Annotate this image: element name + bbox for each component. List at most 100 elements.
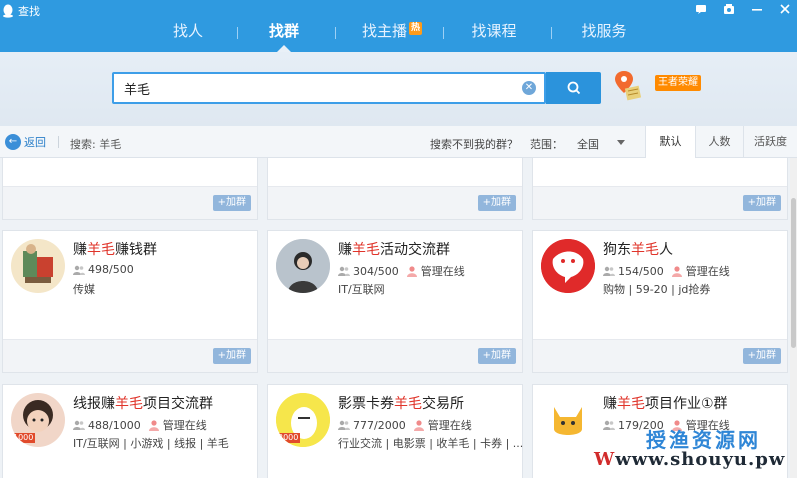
search-input[interactable] — [124, 79, 514, 97]
card-footer: +加群 — [268, 339, 522, 372]
tab-divider — [551, 27, 552, 39]
manager-icon — [406, 265, 417, 277]
close-icon[interactable] — [779, 3, 791, 15]
members-icon — [603, 266, 615, 276]
search-button[interactable] — [546, 72, 601, 104]
chevron-down-icon[interactable] — [617, 140, 625, 145]
game-badge[interactable]: 王者荣耀 — [655, 75, 701, 91]
manager-icon — [148, 419, 159, 431]
minimize-icon[interactable] — [751, 3, 763, 15]
range-select[interactable]: 全国 — [577, 136, 599, 152]
group-tags: IT/互联网 — [338, 283, 385, 296]
group-card[interactable]: 赚羊毛活动交流群 304/500 管理在线 IT/互联网 +加群 — [267, 230, 523, 373]
group-avatar — [11, 239, 65, 293]
members-icon — [338, 420, 350, 430]
sort-tab-activity[interactable]: 活跃度 — [743, 126, 797, 158]
manager-icon — [671, 265, 682, 277]
member-count: 154/500 — [618, 264, 664, 278]
group-tags: 购物 | 59-20 | jd抢券 — [603, 283, 711, 296]
tab-find-service[interactable]: 找服务 — [574, 16, 634, 52]
window-controls — [695, 3, 791, 15]
hot-badge: 热 — [409, 22, 423, 35]
manager-status: 管理在线 — [162, 419, 207, 432]
tab-divider — [237, 27, 238, 39]
location-pin-icon[interactable] — [614, 69, 644, 103]
manager-status: 管理在线 — [427, 419, 472, 432]
manager-status: 管理在线 — [685, 265, 730, 278]
group-meta: 488/1000 管理在线 — [73, 417, 207, 433]
title-bar: 查找 找人 找群 找主播热 找课程 找服务 — [0, 0, 797, 52]
tab-find-people[interactable]: 找人 — [160, 16, 216, 52]
scrollbar-thumb[interactable] — [791, 198, 796, 348]
not-found-link[interactable]: 搜索不到我的群？ — [430, 136, 518, 152]
search-summary: 搜索: 羊毛 — [70, 138, 122, 151]
group-meta: 777/2000 管理在线 — [338, 417, 472, 433]
sort-tab-members[interactable]: 人数 — [695, 126, 743, 158]
group-card[interactable]: +加群 — [532, 158, 788, 220]
manager-status: 管理在线 — [420, 265, 465, 278]
join-group-button[interactable]: +加群 — [212, 195, 251, 211]
members-icon — [73, 265, 85, 275]
search-area: ✕ 王者荣耀 — [0, 52, 797, 126]
group-name[interactable]: 赚羊毛项目作业①群 — [603, 393, 728, 413]
back-label: 返回 — [24, 136, 46, 149]
members-icon — [338, 266, 350, 276]
group-avatar: 2000 — [276, 393, 330, 447]
card-footer: +加群 — [533, 186, 787, 219]
group-card[interactable]: +加群 — [267, 158, 523, 220]
main-tabs: 找人 找群 找主播热 找课程 找服务 — [0, 16, 797, 52]
group-tags: IT/互联网 | 小游戏 | 线报 | 羊毛 — [73, 437, 229, 450]
group-meta: 154/500 管理在线 — [603, 263, 730, 279]
group-avatar: 1000 — [11, 393, 65, 447]
group-name[interactable]: 狗东羊毛人 — [603, 239, 673, 259]
level-badge: 2000 — [276, 433, 301, 443]
group-meta: 304/500 管理在线 — [338, 263, 465, 279]
watermark-url: Wwww.shouyu.pw — [594, 449, 786, 470]
card-footer: +加群 — [3, 339, 257, 372]
group-card[interactable]: 1000 线报赚羊毛项目交流群 488/1000 管理在线 IT/互联网 | 小… — [2, 384, 258, 478]
filter-bar: ← 返回 搜索: 羊毛 搜索不到我的群？ 范围： 全国 默认 人数 活跃度 — [0, 126, 797, 158]
join-group-button[interactable]: +加群 — [477, 195, 516, 211]
card-footer: +加群 — [3, 186, 257, 219]
members-icon — [73, 420, 85, 430]
group-name[interactable]: 赚羊毛活动交流群 — [338, 239, 450, 259]
card-footer: +加群 — [533, 339, 787, 372]
group-card[interactable]: +加群 — [2, 158, 258, 220]
join-group-button[interactable]: +加群 — [742, 195, 781, 211]
level-badge: 1000 — [11, 433, 36, 443]
tab-find-course[interactable]: 找课程 — [464, 16, 524, 52]
arrow-left-icon: ← — [5, 134, 21, 150]
tab-divider — [443, 27, 444, 39]
search-icon — [567, 81, 581, 95]
group-card[interactable]: 赚羊毛赚钱群 498/500 传媒 +加群 — [2, 230, 258, 373]
search-box: ✕ — [112, 72, 546, 104]
member-count: 304/500 — [353, 264, 399, 278]
tab-find-streamer[interactable]: 找主播热 — [355, 16, 429, 52]
group-avatar — [276, 239, 330, 293]
divider — [58, 136, 59, 148]
join-group-button[interactable]: +加群 — [742, 348, 781, 364]
group-avatar — [541, 239, 595, 293]
manager-icon — [413, 419, 424, 431]
back-button[interactable]: ← 返回 — [5, 134, 46, 150]
active-tab-pointer — [277, 45, 291, 52]
range-label: 范围： — [530, 138, 563, 151]
sort-tab-default[interactable]: 默认 — [645, 126, 695, 158]
card-footer: +加群 — [268, 186, 522, 219]
group-meta: 498/500 — [73, 263, 134, 276]
message-icon[interactable] — [695, 3, 707, 15]
tab-divider — [335, 27, 336, 39]
member-count: 498/500 — [88, 263, 134, 276]
group-name[interactable]: 线报赚羊毛项目交流群 — [73, 393, 213, 413]
join-group-button[interactable]: +加群 — [212, 348, 251, 364]
group-card[interactable]: 2000 影票卡券羊毛交易所 777/2000 管理在线 行业交流 | 电影票 … — [267, 384, 523, 478]
group-name[interactable]: 影票卡券羊毛交易所 — [338, 393, 464, 413]
join-group-button[interactable]: +加群 — [477, 348, 516, 364]
member-count: 488/1000 — [88, 418, 141, 432]
skin-icon[interactable] — [723, 3, 735, 15]
member-count: 777/2000 — [353, 418, 406, 432]
group-name[interactable]: 赚羊毛赚钱群 — [73, 239, 157, 259]
group-card[interactable]: 狗东羊毛人 154/500 管理在线 购物 | 59-20 | jd抢券 +加群 — [532, 230, 788, 373]
clear-icon[interactable]: ✕ — [522, 81, 536, 95]
watermark: 授渔资源网 Wwww.shouyu.pw — [586, 422, 797, 478]
